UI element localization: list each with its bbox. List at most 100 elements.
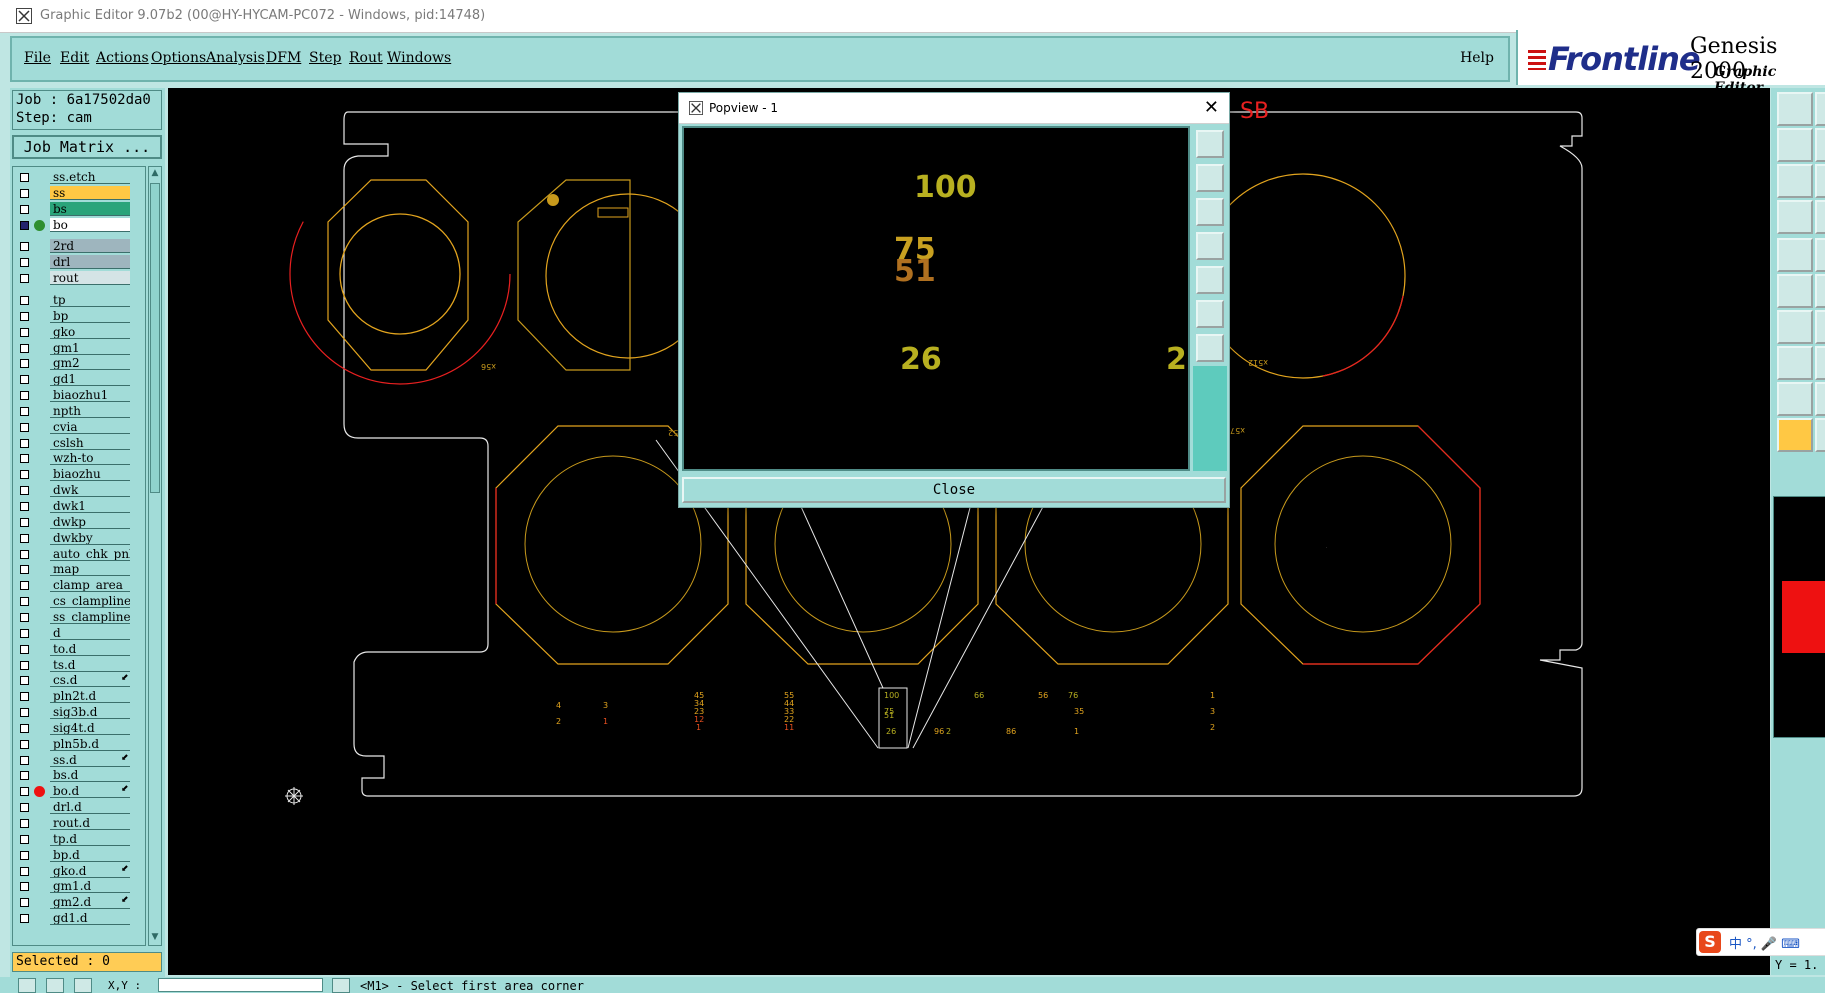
layer-row-sig3b-d[interactable]: sig3b.d bbox=[13, 705, 145, 720]
layer-name[interactable]: rout.d bbox=[50, 816, 130, 830]
mini-map[interactable] bbox=[1773, 496, 1825, 738]
layer-name[interactable]: bs.d bbox=[50, 768, 130, 783]
layer-checkbox[interactable] bbox=[20, 502, 29, 511]
status-pause-icon[interactable] bbox=[332, 978, 350, 993]
layer-name[interactable]: drl bbox=[50, 255, 130, 270]
menu-edit[interactable]: Edit bbox=[60, 50, 89, 66]
scroll-up-icon[interactable]: ▲ bbox=[150, 168, 160, 180]
layer-checkbox[interactable] bbox=[20, 612, 29, 622]
layer-checkbox[interactable] bbox=[20, 295, 29, 305]
layer-name[interactable]: drl.d bbox=[50, 800, 130, 815]
layer-name[interactable]: dwk1 bbox=[50, 499, 130, 513]
layer-checkbox[interactable] bbox=[20, 406, 29, 416]
menu-rout[interactable]: Rout bbox=[349, 50, 383, 66]
layer-checkbox[interactable] bbox=[20, 660, 29, 670]
tool-window-icon[interactable] bbox=[1777, 128, 1813, 162]
layer-name[interactable]: biaozhu bbox=[50, 467, 130, 482]
layer-name[interactable]: cvia bbox=[50, 419, 130, 434]
status-check-icon[interactable] bbox=[46, 978, 64, 993]
layer-row-ts-d[interactable]: ts.d bbox=[13, 657, 145, 673]
scroll-thumb[interactable] bbox=[150, 183, 160, 493]
layer-row-gm1[interactable]: gm1 bbox=[13, 340, 145, 356]
tool-extra-5[interactable] bbox=[1815, 238, 1825, 272]
layer-name[interactable]: clamp_area bbox=[50, 578, 130, 593]
layer-name[interactable]: ss_clampline bbox=[50, 609, 130, 624]
tool-line-icon[interactable] bbox=[1777, 310, 1813, 344]
layer-checkbox[interactable] bbox=[20, 327, 29, 337]
layer-row-dwkp[interactable]: dwkp bbox=[13, 514, 145, 530]
layer-name[interactable]: bo.d bbox=[50, 784, 130, 799]
menu-step[interactable]: Step bbox=[309, 50, 341, 66]
layer-name[interactable]: gd1 bbox=[50, 372, 130, 387]
layer-name[interactable]: gko bbox=[50, 324, 130, 339]
layer-checkbox[interactable] bbox=[20, 470, 29, 480]
tool-measure-icon[interactable] bbox=[1777, 382, 1813, 416]
layer-row-sig4t-d[interactable]: sig4t.d bbox=[13, 720, 145, 736]
layer-checkbox[interactable] bbox=[20, 565, 29, 575]
layer-row-drl[interactable]: drl bbox=[13, 255, 145, 270]
layer-name[interactable]: cs_clampline bbox=[50, 594, 130, 609]
layer-name[interactable]: dwkby bbox=[50, 530, 130, 545]
layer-checkbox[interactable] bbox=[20, 581, 29, 591]
layer-checkbox[interactable] bbox=[20, 628, 29, 638]
layer-checkbox[interactable] bbox=[20, 644, 29, 654]
sogou-icon[interactable]: S bbox=[1699, 931, 1721, 953]
layer-name[interactable]: biaozhu1 bbox=[50, 388, 130, 403]
layer-checkbox[interactable] bbox=[20, 755, 29, 765]
layer-row-d[interactable]: d bbox=[13, 625, 145, 641]
layer-name[interactable]: gm1.d bbox=[50, 879, 130, 894]
layer-row-to-d[interactable]: to.d bbox=[13, 641, 145, 657]
layer-checkbox[interactable] bbox=[20, 359, 29, 369]
layer-name[interactable]: rout bbox=[50, 271, 130, 286]
layer-row-gd1[interactable]: gd1 bbox=[13, 372, 145, 387]
layer-name[interactable]: cslsh bbox=[50, 435, 130, 450]
layer-checkbox[interactable] bbox=[20, 850, 29, 860]
layer-checkbox[interactable] bbox=[20, 597, 29, 607]
tool-extra-4[interactable] bbox=[1815, 200, 1825, 234]
status-select-icon[interactable] bbox=[18, 978, 36, 993]
layer-row-bp[interactable]: bp bbox=[13, 308, 145, 324]
layer-checkbox[interactable] bbox=[20, 242, 29, 252]
layer-row-ss-clampline[interactable]: ss_clampline bbox=[13, 609, 145, 625]
layer-name[interactable]: ts.d bbox=[50, 657, 130, 672]
popview-canvas[interactable]: 100 75 51 26 2 bbox=[682, 126, 1190, 471]
tool-layers-icon[interactable] bbox=[1777, 200, 1813, 234]
layer-checkbox[interactable] bbox=[20, 533, 29, 543]
layer-checkbox[interactable] bbox=[20, 188, 29, 198]
layer-name[interactable]: pln5b.d bbox=[50, 736, 130, 751]
layer-row-tp-d[interactable]: tp.d bbox=[13, 831, 145, 847]
layer-checkbox[interactable] bbox=[20, 438, 29, 448]
layer-row-dwkby[interactable]: dwkby bbox=[13, 530, 145, 546]
layer-name[interactable]: tp.d bbox=[50, 831, 130, 846]
menu-actions[interactable]: Actions bbox=[96, 50, 149, 66]
layer-checkbox[interactable] bbox=[20, 739, 29, 749]
layer-checkbox[interactable] bbox=[20, 819, 29, 828]
layer-checkbox[interactable] bbox=[20, 803, 29, 813]
layer-row-ss-etch[interactable]: ss.etch bbox=[13, 170, 145, 185]
menu-analysis[interactable]: Analysis bbox=[206, 50, 265, 66]
layer-name[interactable]: map bbox=[50, 562, 130, 577]
menu-options[interactable]: Options bbox=[151, 50, 206, 66]
menu-windows[interactable]: Windows bbox=[387, 50, 451, 66]
layer-checkbox[interactable] bbox=[20, 723, 29, 733]
tool-extra-1[interactable] bbox=[1815, 92, 1825, 126]
layer-row-bs-d[interactable]: bs.d bbox=[13, 768, 145, 783]
layer-row-gko[interactable]: gko bbox=[13, 324, 145, 340]
tool-extra-10[interactable] bbox=[1815, 418, 1825, 452]
layer-name[interactable]: ss bbox=[50, 185, 130, 200]
layer-name[interactable]: gko.d bbox=[50, 863, 130, 878]
layer-name[interactable]: auto_chk_pnl bbox=[50, 546, 130, 561]
layer-row-drl-d[interactable]: drl.d bbox=[13, 800, 145, 815]
layer-checkbox[interactable] bbox=[20, 549, 29, 559]
layer-row-dwk1[interactable]: dwk1 bbox=[13, 499, 145, 514]
menu-help[interactable]: Help bbox=[1460, 50, 1494, 66]
layer-name[interactable]: sig4t.d bbox=[50, 720, 130, 735]
layer-name[interactable]: bo bbox=[50, 217, 130, 232]
layer-checkbox[interactable] bbox=[20, 708, 29, 718]
layer-name[interactable]: wzh-to bbox=[50, 451, 130, 466]
layer-row-tp[interactable]: tp bbox=[13, 292, 145, 308]
layer-name[interactable]: gm1 bbox=[50, 340, 130, 355]
layer-name[interactable]: bs bbox=[50, 201, 130, 216]
layer-name[interactable]: bp.d bbox=[50, 847, 130, 862]
tool-extra-9[interactable] bbox=[1815, 382, 1825, 416]
